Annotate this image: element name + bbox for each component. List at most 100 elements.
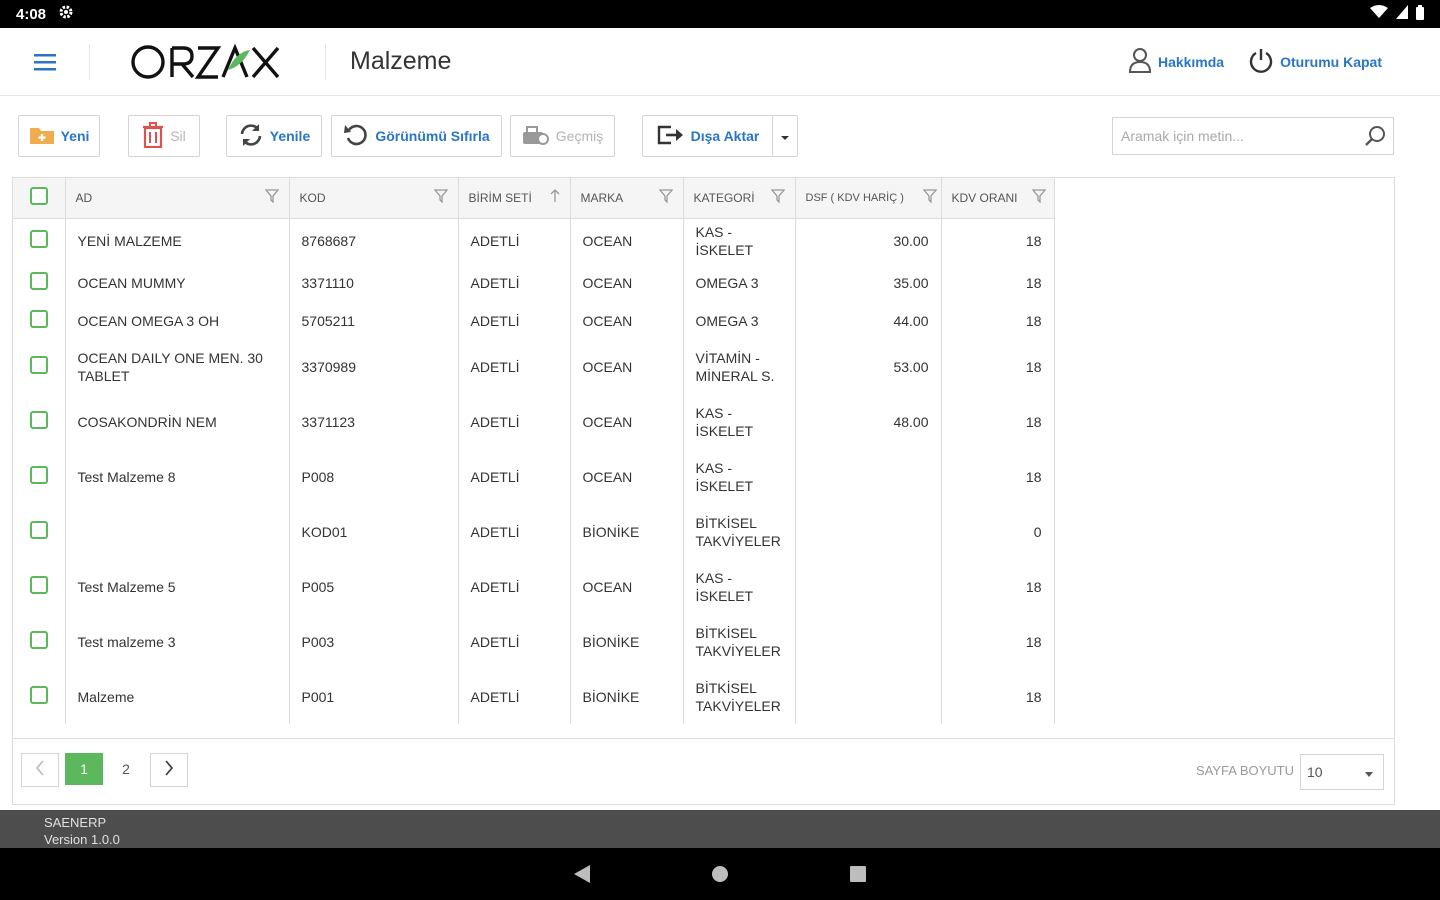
column-label: BİRİM SETİ (468, 190, 532, 205)
column-header-kdv-orani[interactable]: KDV ORANI (941, 178, 1055, 219)
row-checkbox[interactable] (29, 685, 48, 704)
export-button[interactable]: Dışa Aktar (642, 115, 773, 157)
history-label: Geçmiş (555, 128, 604, 144)
export-dropdown-button[interactable] (772, 115, 798, 157)
caret-down-icon (780, 128, 790, 144)
cell-kategori: BİTKİSEL TAKVİYELER (683, 504, 796, 559)
delete-button[interactable]: Sil (128, 115, 200, 157)
undo-icon (343, 122, 369, 151)
logout-label: Oturumu Kapat (1280, 53, 1382, 70)
cell-ad: OCEAN MUMMY (65, 264, 290, 302)
row-checkbox[interactable] (29, 309, 48, 328)
refresh-icon (238, 122, 264, 151)
table-row[interactable]: Test malzeme 3 P003 ADETLİ BİONİKE BİTKİSEL … (13, 614, 1055, 669)
cell-kategori: BİTKİSEL TAKVİYELER (683, 614, 796, 669)
column-header-marka[interactable]: MARKA (570, 178, 684, 219)
table-row[interactable]: Malzeme P001 ADETLİ BİONİKE BİTKİSEL TAKVİYE… (13, 669, 1055, 724)
menu-button[interactable] (0, 43, 90, 80)
toolbar: Yeni Sil Yenile Görünümü Sıfırla Geçmiş … (18, 115, 1398, 157)
cell-birim-seti: ADETLİ (458, 302, 571, 339)
cell-kdv-orani: 18 (941, 394, 1055, 449)
back-nav-button[interactable] (573, 864, 591, 884)
filter-icon[interactable] (770, 189, 785, 206)
cell-ad: Malzeme (65, 669, 290, 724)
filter-icon[interactable] (264, 189, 279, 206)
table-row[interactable]: COSAKONDRİN NEM 3371123 ADETLİ OCEAN KAS - İ… (13, 394, 1055, 449)
page-2-button[interactable]: 2 (107, 753, 145, 785)
column-label: KOD (299, 190, 326, 205)
about-link[interactable]: Hakkımda (1128, 47, 1224, 76)
row-checkbox[interactable] (29, 355, 48, 374)
filter-icon[interactable] (922, 189, 937, 206)
column-header-kategori[interactable]: KATEGORİ (683, 178, 796, 219)
reset-view-button[interactable]: Görünümü Sıfırla (331, 115, 502, 157)
table-row[interactable]: OCEAN OMEGA 3 OH 5705211 ADETLİ OCEAN OMEGA … (13, 302, 1055, 339)
column-header-dsf[interactable]: DSF ( KDV HARİÇ ) (795, 178, 942, 219)
cell-birim-seti: ADETLİ (458, 614, 571, 669)
cell-kdv-orani: 18 (941, 302, 1055, 339)
cell-kategori: KAS - İSKELET (683, 218, 796, 264)
row-checkbox[interactable] (29, 630, 48, 649)
recents-nav-button[interactable] (849, 865, 867, 883)
table-row[interactable]: OCEAN MUMMY 3371110 ADETLİ OCEAN OMEGA 3 35.0… (13, 264, 1055, 302)
about-label: Hakkımda (1157, 53, 1225, 70)
page-size-value: 10 (1307, 764, 1323, 780)
column-header-birim-seti[interactable]: BİRİM SETİ (458, 178, 571, 219)
select-all-checkbox[interactable] (29, 187, 48, 206)
cell-kod: P001 (289, 669, 459, 724)
recents-square-icon (850, 866, 866, 882)
row-checkbox[interactable] (29, 410, 48, 429)
select-all-cell (13, 178, 66, 219)
menu-icon (33, 53, 56, 71)
cell-marka: OCEAN (570, 302, 684, 339)
sort-arrow-icon[interactable] (550, 189, 560, 206)
cell-dsf: 53.00 (795, 339, 942, 394)
home-nav-button[interactable] (711, 865, 729, 883)
table-row[interactable]: YENİ MALZEME 8768687 ADETLİ OCEAN KAS - İSKE… (13, 218, 1055, 264)
search-icon[interactable] (1357, 125, 1393, 147)
column-label: KDV ORANI (951, 190, 1018, 205)
cell-dsf: 35.00 (795, 264, 942, 302)
previous-page-button[interactable] (21, 753, 59, 787)
search-box (1112, 117, 1394, 155)
table-row[interactable]: KOD01 ADETLİ BİONİKE BİTKİSEL TAKVİYELER 0 (13, 504, 1055, 559)
column-label: MARKA (580, 190, 624, 205)
history-button[interactable]: Geçmiş (510, 115, 615, 157)
filter-icon[interactable] (1031, 189, 1046, 206)
search-input[interactable] (1121, 128, 1357, 144)
row-select-cell (13, 394, 66, 449)
row-checkbox[interactable] (29, 272, 48, 290)
new-button[interactable]: Yeni (18, 115, 100, 157)
row-select-cell (13, 339, 66, 394)
header-row: AD KOD BİRİM SETİ MARKA KATEGORİ DSF (K… (13, 178, 1055, 219)
table-row[interactable]: Test Malzeme 5 P005 ADETLİ OCEAN KAS - İSKEL… (13, 559, 1055, 614)
clock: 4:08 (16, 5, 47, 23)
system-status-bar: 4:08 (0, 0, 1440, 28)
logout-link[interactable]: Oturumu Kapat (1248, 47, 1382, 76)
row-checkbox[interactable] (29, 465, 48, 484)
materials-table: AD KOD BİRİM SETİ MARKA KATEGORİ DSF (K… (13, 178, 1055, 724)
column-header-ad[interactable]: AD (65, 178, 290, 219)
row-select-cell (13, 504, 66, 559)
page-size-select[interactable]: 10 (1300, 754, 1384, 790)
column-header-kod[interactable]: KOD (289, 178, 459, 219)
orzax-logo-mark (130, 43, 279, 79)
cell-ad: OCEAN DAILY ONE MEN. 30 TABLET (65, 339, 290, 394)
row-checkbox[interactable] (29, 575, 48, 594)
refresh-button[interactable]: Yenile (226, 115, 322, 157)
system-navigation-bar (0, 848, 1440, 900)
row-checkbox[interactable] (29, 230, 48, 249)
cell-kategori: BİTKİSEL TAKVİYELER (683, 669, 796, 724)
table-row[interactable]: OCEAN DAILY ONE MEN. 30 TABLET 3370989 ADE… (13, 339, 1055, 394)
cell-birim-seti: ADETLİ (458, 394, 571, 449)
cell-ad (65, 504, 290, 559)
caret-down-icon (1365, 764, 1373, 780)
cell-kod: P003 (289, 614, 459, 669)
next-page-button[interactable] (150, 753, 188, 787)
filter-icon[interactable] (433, 189, 448, 206)
cell-kategori: OMEGA 3 (683, 302, 796, 339)
filter-icon[interactable] (658, 189, 673, 206)
table-row[interactable]: Test Malzeme 8 P008 ADETLİ OCEAN KAS - İSKEL… (13, 449, 1055, 504)
row-checkbox[interactable] (29, 520, 48, 539)
page-1-button[interactable]: 1 (65, 753, 103, 785)
